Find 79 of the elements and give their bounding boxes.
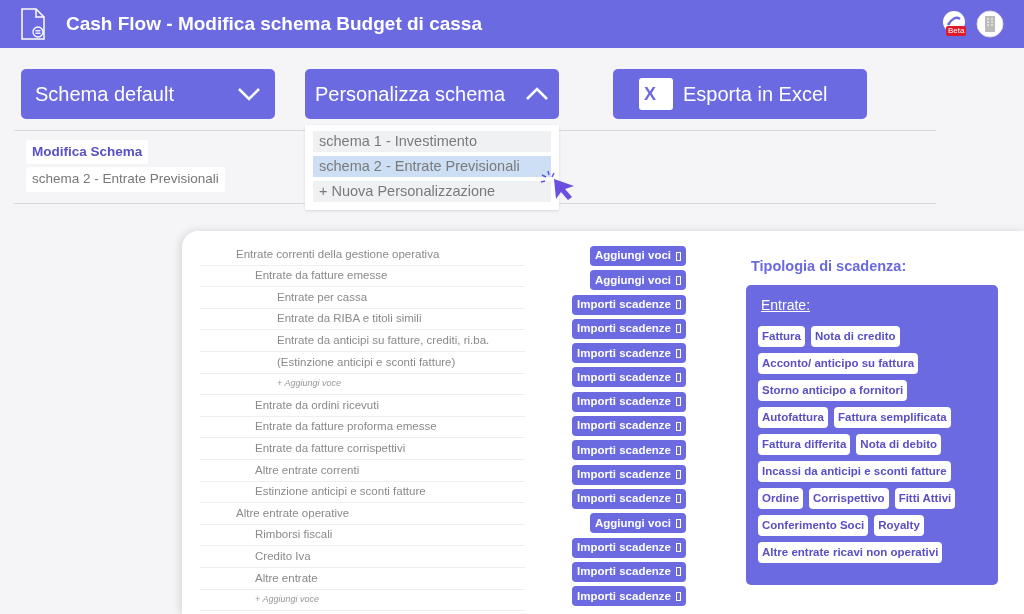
excel-icon: X xyxy=(639,78,673,110)
tree-item-label: Altre entrate xyxy=(255,570,318,586)
box-icon xyxy=(676,494,681,504)
action-button[interactable]: Importi scadenze xyxy=(572,391,686,412)
box-icon xyxy=(676,324,681,334)
type-tag[interactable]: Altre entrate ricavi non operativi xyxy=(758,541,943,563)
action-button[interactable]: Aggiungi voci xyxy=(589,246,686,266)
tree-item-label: Altre entrate operative xyxy=(236,505,350,521)
tree-item-label: Rimborsi fiscali xyxy=(255,527,333,543)
box-icon xyxy=(676,421,681,431)
beta-badge: Beta xyxy=(946,26,967,36)
type-tag[interactable]: Conferimento Soci xyxy=(758,514,869,536)
chevron-up-icon xyxy=(525,87,549,101)
tree-item-label: Entrate da fatture proforma emesse xyxy=(255,419,437,435)
action-button[interactable]: Importi scadenze xyxy=(572,440,686,461)
tree-item-label: Entrate da ordini ricevuti xyxy=(255,397,379,413)
tree-item-label: Entrate da anticipi su fatture, crediti, ri.ba. xyxy=(277,333,490,349)
current-schema-label: schema 2 - Entrate Previsionali xyxy=(26,167,225,192)
action-button[interactable]: Importi scadenze xyxy=(572,343,686,364)
tree-item-label: Entrate da RIBA e titoli simili xyxy=(277,311,422,327)
action-button[interactable]: Importi scadenze xyxy=(572,488,686,509)
panel-heading: Tipologia di scadenza: xyxy=(750,257,908,276)
export-excel-button[interactable]: X Esporta in Excel xyxy=(613,69,867,119)
action-button[interactable]: Importi scadenze xyxy=(572,318,686,339)
building-avatar-icon[interactable] xyxy=(976,10,1004,38)
action-button[interactable]: Importi scadenze xyxy=(572,294,686,315)
box-icon xyxy=(676,543,681,553)
action-button[interactable]: Importi scadenze xyxy=(572,561,686,582)
tree-item-label: Entrate da fatture corrispettivi xyxy=(255,441,406,456)
tree-item-label: Estinzione anticipi e sconti fatture xyxy=(255,484,426,500)
page-title: Cash Flow - Modifica schema Budget di cassa xyxy=(66,11,482,36)
action-button[interactable]: Aggiungi voci xyxy=(589,270,686,291)
tree-item-label: Entrate da fatture emesse xyxy=(255,268,388,284)
box-icon xyxy=(676,567,681,577)
box-icon xyxy=(676,397,681,407)
type-tag[interactable]: Autofattura xyxy=(758,406,828,428)
tree-item-label: (Estinzione anticipi e sconti fatture) xyxy=(277,354,456,370)
box-icon xyxy=(676,373,681,382)
type-tag[interactable]: Fattura xyxy=(758,325,805,347)
action-button[interactable]: Importi scadenze xyxy=(572,464,686,485)
tree-item-label: Entrate correnti della gestione operativa xyxy=(236,246,440,262)
action-button[interactable]: Importi scadenze xyxy=(572,416,686,437)
tree-item-label: Entrate per cassa xyxy=(277,289,368,305)
tree-item-label: Altre entrate correnti xyxy=(255,462,360,478)
type-tag[interactable]: Incassi da anticipi e sconti fatture xyxy=(758,460,951,482)
type-tag[interactable]: Nota di debito xyxy=(856,433,941,455)
customize-schema-dropdown[interactable]: Personalizza schema xyxy=(305,69,559,119)
box-icon xyxy=(676,518,681,528)
tree-item-label: Credito Iva xyxy=(255,549,311,564)
type-tag[interactable]: Fattura differita xyxy=(758,433,851,455)
schema-default-dropdown[interactable]: Schema default xyxy=(21,69,275,119)
box-icon xyxy=(676,275,681,285)
type-tag[interactable]: Fattura semplificata xyxy=(833,406,951,428)
box-icon xyxy=(676,470,681,480)
box-icon xyxy=(676,445,681,455)
type-tag[interactable]: Fitti Attivi xyxy=(894,487,956,509)
group-title: Entrate: xyxy=(761,295,812,315)
type-tag[interactable]: Acconto/ anticipo su fattura xyxy=(758,352,919,374)
add-entry-link[interactable]: + Aggiungi voce xyxy=(277,377,341,391)
box-icon xyxy=(676,251,681,261)
section-title: Modifica Schema xyxy=(26,140,149,165)
add-entry-link[interactable]: + Aggiungi voce xyxy=(255,593,319,607)
type-tag[interactable]: Storno anticipo a fornitori xyxy=(758,379,908,401)
menu-item[interactable]: schema 2 - Entrate Previsionali xyxy=(313,156,551,177)
box-icon xyxy=(676,591,681,601)
type-tag[interactable]: Ordine xyxy=(758,487,804,509)
type-tag[interactable]: Nota di credito xyxy=(811,325,900,347)
type-tag[interactable]: Royalty xyxy=(874,514,924,536)
action-button[interactable]: Aggiungi voci xyxy=(589,513,686,534)
chevron-down-icon xyxy=(237,87,261,101)
action-button[interactable]: Importi scadenze xyxy=(572,537,686,558)
action-button[interactable]: Importi scadenze xyxy=(572,586,686,607)
document-icon xyxy=(20,8,46,40)
box-icon xyxy=(676,348,681,358)
box-icon xyxy=(676,300,681,310)
menu-item[interactable]: + Nuova Personalizzazione xyxy=(313,181,551,202)
type-tag[interactable]: Corrispettivo xyxy=(809,487,889,509)
menu-item[interactable]: schema 1 - Investimento xyxy=(313,131,551,152)
action-button[interactable]: Importi scadenze xyxy=(572,367,686,388)
